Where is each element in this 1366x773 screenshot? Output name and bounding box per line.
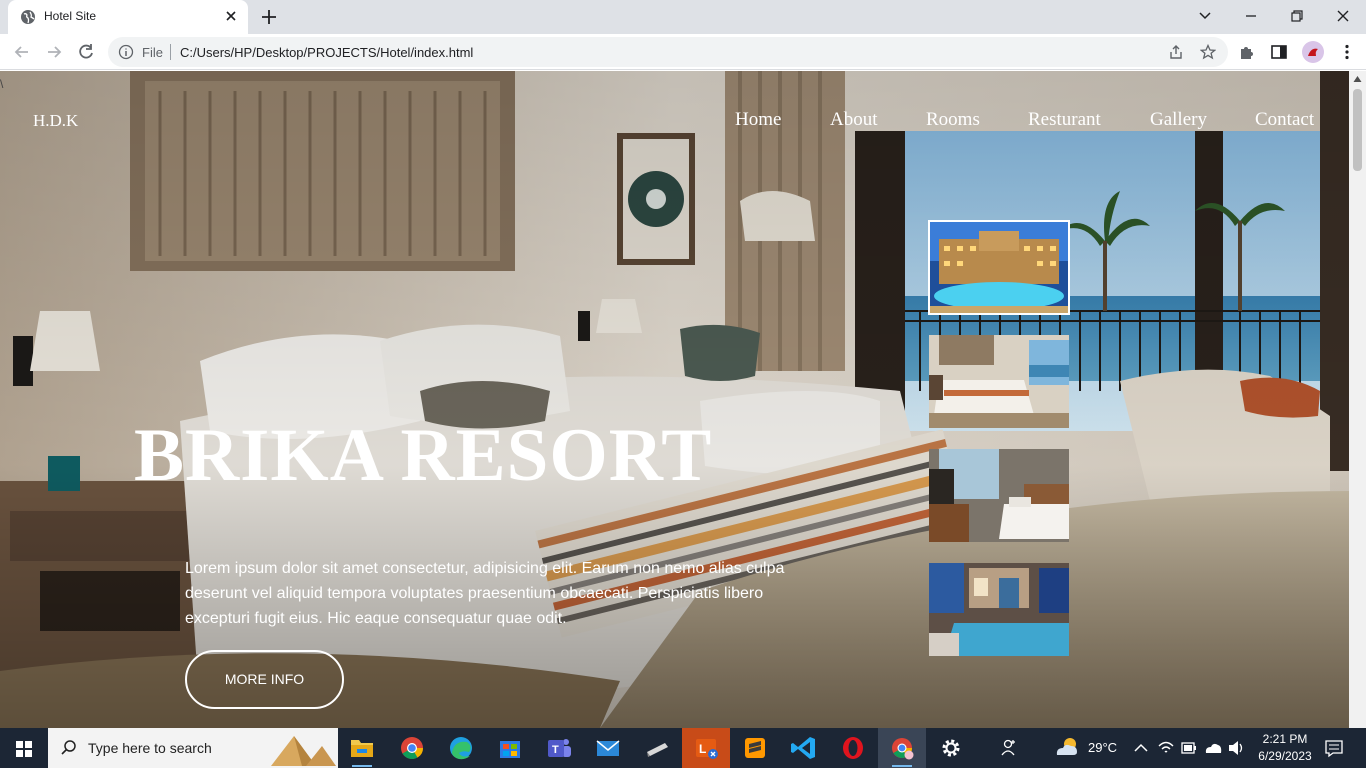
nav-link-gallery[interactable]: Gallery: [1150, 109, 1207, 131]
system-clock[interactable]: 2:21 PM 6/29/2023: [1254, 731, 1316, 765]
notification-center-icon[interactable]: [1322, 728, 1346, 768]
volume-speaker-icon[interactable]: [1226, 728, 1246, 768]
mail-icon: [596, 740, 620, 756]
wifi-icon[interactable]: [1156, 728, 1176, 768]
nav-link-restaurant[interactable]: Resturant: [1028, 109, 1101, 131]
tab-search-chevron-icon[interactable]: [1193, 5, 1217, 27]
taskbar-edge[interactable]: [437, 728, 485, 768]
profile-avatar[interactable]: [1302, 41, 1324, 63]
bedroom-view-image: [929, 335, 1069, 428]
site-logo[interactable]: H.D.K: [33, 111, 78, 131]
taskbar-sublime[interactable]: [731, 728, 779, 768]
close-window-icon[interactable]: [1331, 5, 1355, 27]
back-arrow-icon[interactable]: [12, 42, 32, 62]
address-separator: [170, 44, 171, 60]
edge-icon: [450, 737, 472, 760]
windows-taskbar: Type here to search T L 29°C 2:21 PM 6/2…: [0, 728, 1366, 768]
store-icon: [500, 741, 520, 758]
globe-icon: [21, 10, 35, 24]
site-info-icon[interactable]: [118, 44, 134, 60]
browser-tab-hotel-site[interactable]: Hotel Site: [8, 0, 248, 34]
weather-cloud-sun-icon[interactable]: [1052, 728, 1082, 768]
address-bar[interactable]: File C:/Users/HP/Desktop/PROJECTS/Hotel/…: [108, 37, 1228, 67]
url-text[interactable]: C:/Users/HP/Desktop/PROJECTS/Hotel/index…: [180, 45, 473, 60]
onedrive-cloud-icon[interactable]: [1203, 728, 1223, 768]
svg-text:T: T: [552, 744, 559, 756]
pyramids-illustration-icon: [271, 736, 336, 766]
minimize-icon[interactable]: [1239, 5, 1263, 27]
chrome-icon: [401, 737, 423, 759]
taskbar-chrome-profile[interactable]: [878, 728, 926, 768]
hero-description: Lorem ipsum dolor sit amet consectetur, …: [185, 560, 785, 627]
taskbar-notes[interactable]: [633, 728, 681, 768]
file-scheme-label: File: [142, 45, 163, 60]
search-placeholder: Type here to search: [88, 740, 212, 756]
browser-tab-strip: Hotel Site: [0, 0, 1366, 34]
side-panel-icon[interactable]: [1270, 43, 1288, 61]
page-viewport: \ H.D.K Home About Rooms Resturant Galle…: [0, 71, 1349, 728]
battery-icon[interactable]: [1180, 728, 1198, 768]
lens-icon: L: [696, 739, 718, 759]
bookmark-star-icon[interactable]: [1200, 44, 1216, 60]
vscode-icon: [791, 737, 815, 759]
taskbar-search-box[interactable]: Type here to search: [48, 728, 338, 768]
folder-icon: [351, 740, 373, 757]
nav-link-about[interactable]: About: [830, 109, 878, 131]
taskbar-lens[interactable]: L: [682, 728, 730, 768]
share-icon[interactable]: [1168, 44, 1184, 60]
notes-icon: [647, 743, 668, 757]
thumbnail-suite-pool[interactable]: [929, 563, 1069, 656]
tab-title: Hotel Site: [44, 9, 97, 23]
more-info-button[interactable]: MORE INFO: [185, 650, 344, 709]
sublime-text-icon: [745, 738, 765, 758]
show-hidden-icons-chevron-icon[interactable]: [1132, 728, 1150, 768]
browser-menu-icon[interactable]: [1338, 43, 1356, 61]
reload-icon[interactable]: [76, 42, 96, 62]
search-icon: [61, 740, 76, 755]
taskbar-teams[interactable]: T: [535, 728, 583, 768]
forward-arrow-icon[interactable]: [44, 42, 64, 62]
page-scrollbar[interactable]: [1349, 71, 1366, 728]
taskbar-chrome[interactable]: [388, 728, 436, 768]
teams-icon: T: [548, 739, 571, 757]
windows-logo-icon: [16, 741, 32, 757]
extensions-puzzle-icon[interactable]: [1238, 43, 1256, 61]
chrome-profile-icon: [892, 738, 914, 760]
taskbar-file-explorer[interactable]: [338, 728, 386, 768]
thumbnail-hotel-room[interactable]: [929, 449, 1069, 542]
nav-link-rooms[interactable]: Rooms: [926, 109, 980, 131]
thumbnail-resort-exterior[interactable]: [928, 220, 1070, 315]
start-button[interactable]: [0, 728, 48, 768]
clock-time: 2:21 PM: [1262, 732, 1308, 746]
opera-icon: [843, 737, 863, 759]
people-icon[interactable]: [995, 728, 1023, 768]
restore-window-icon[interactable]: [1285, 5, 1309, 27]
profile-avatar-icon: [1302, 41, 1324, 63]
browser-toolbar: File C:/Users/HP/Desktop/PROJECTS/Hotel/…: [0, 34, 1366, 70]
thumbnail-bedroom-view[interactable]: [929, 335, 1069, 428]
resort-exterior-image: [929, 221, 1069, 314]
taskbar-mail[interactable]: [584, 728, 632, 768]
weather-temperature[interactable]: 29°C: [1088, 728, 1117, 768]
hotel-room-image: [929, 449, 1069, 542]
stray-backslash-text: \: [0, 77, 4, 91]
taskbar-opera[interactable]: [829, 728, 877, 768]
taskbar-vscode[interactable]: [780, 728, 828, 768]
clock-date: 6/29/2023: [1258, 749, 1312, 763]
nav-link-contact[interactable]: Contact: [1255, 109, 1314, 131]
settings-gear-icon: [942, 739, 960, 757]
scrollbar-thumb[interactable]: [1353, 89, 1362, 171]
close-tab-icon[interactable]: [224, 9, 238, 23]
suite-pool-image: [929, 563, 1069, 656]
svg-text:L: L: [699, 742, 706, 756]
new-tab-icon[interactable]: [260, 8, 278, 26]
nav-link-home[interactable]: Home: [735, 109, 781, 131]
hero-title: BRIKA RESORT: [134, 414, 713, 497]
taskbar-store[interactable]: [486, 728, 534, 768]
scroll-up-arrow-icon[interactable]: [1353, 75, 1362, 83]
taskbar-settings[interactable]: [927, 728, 975, 768]
